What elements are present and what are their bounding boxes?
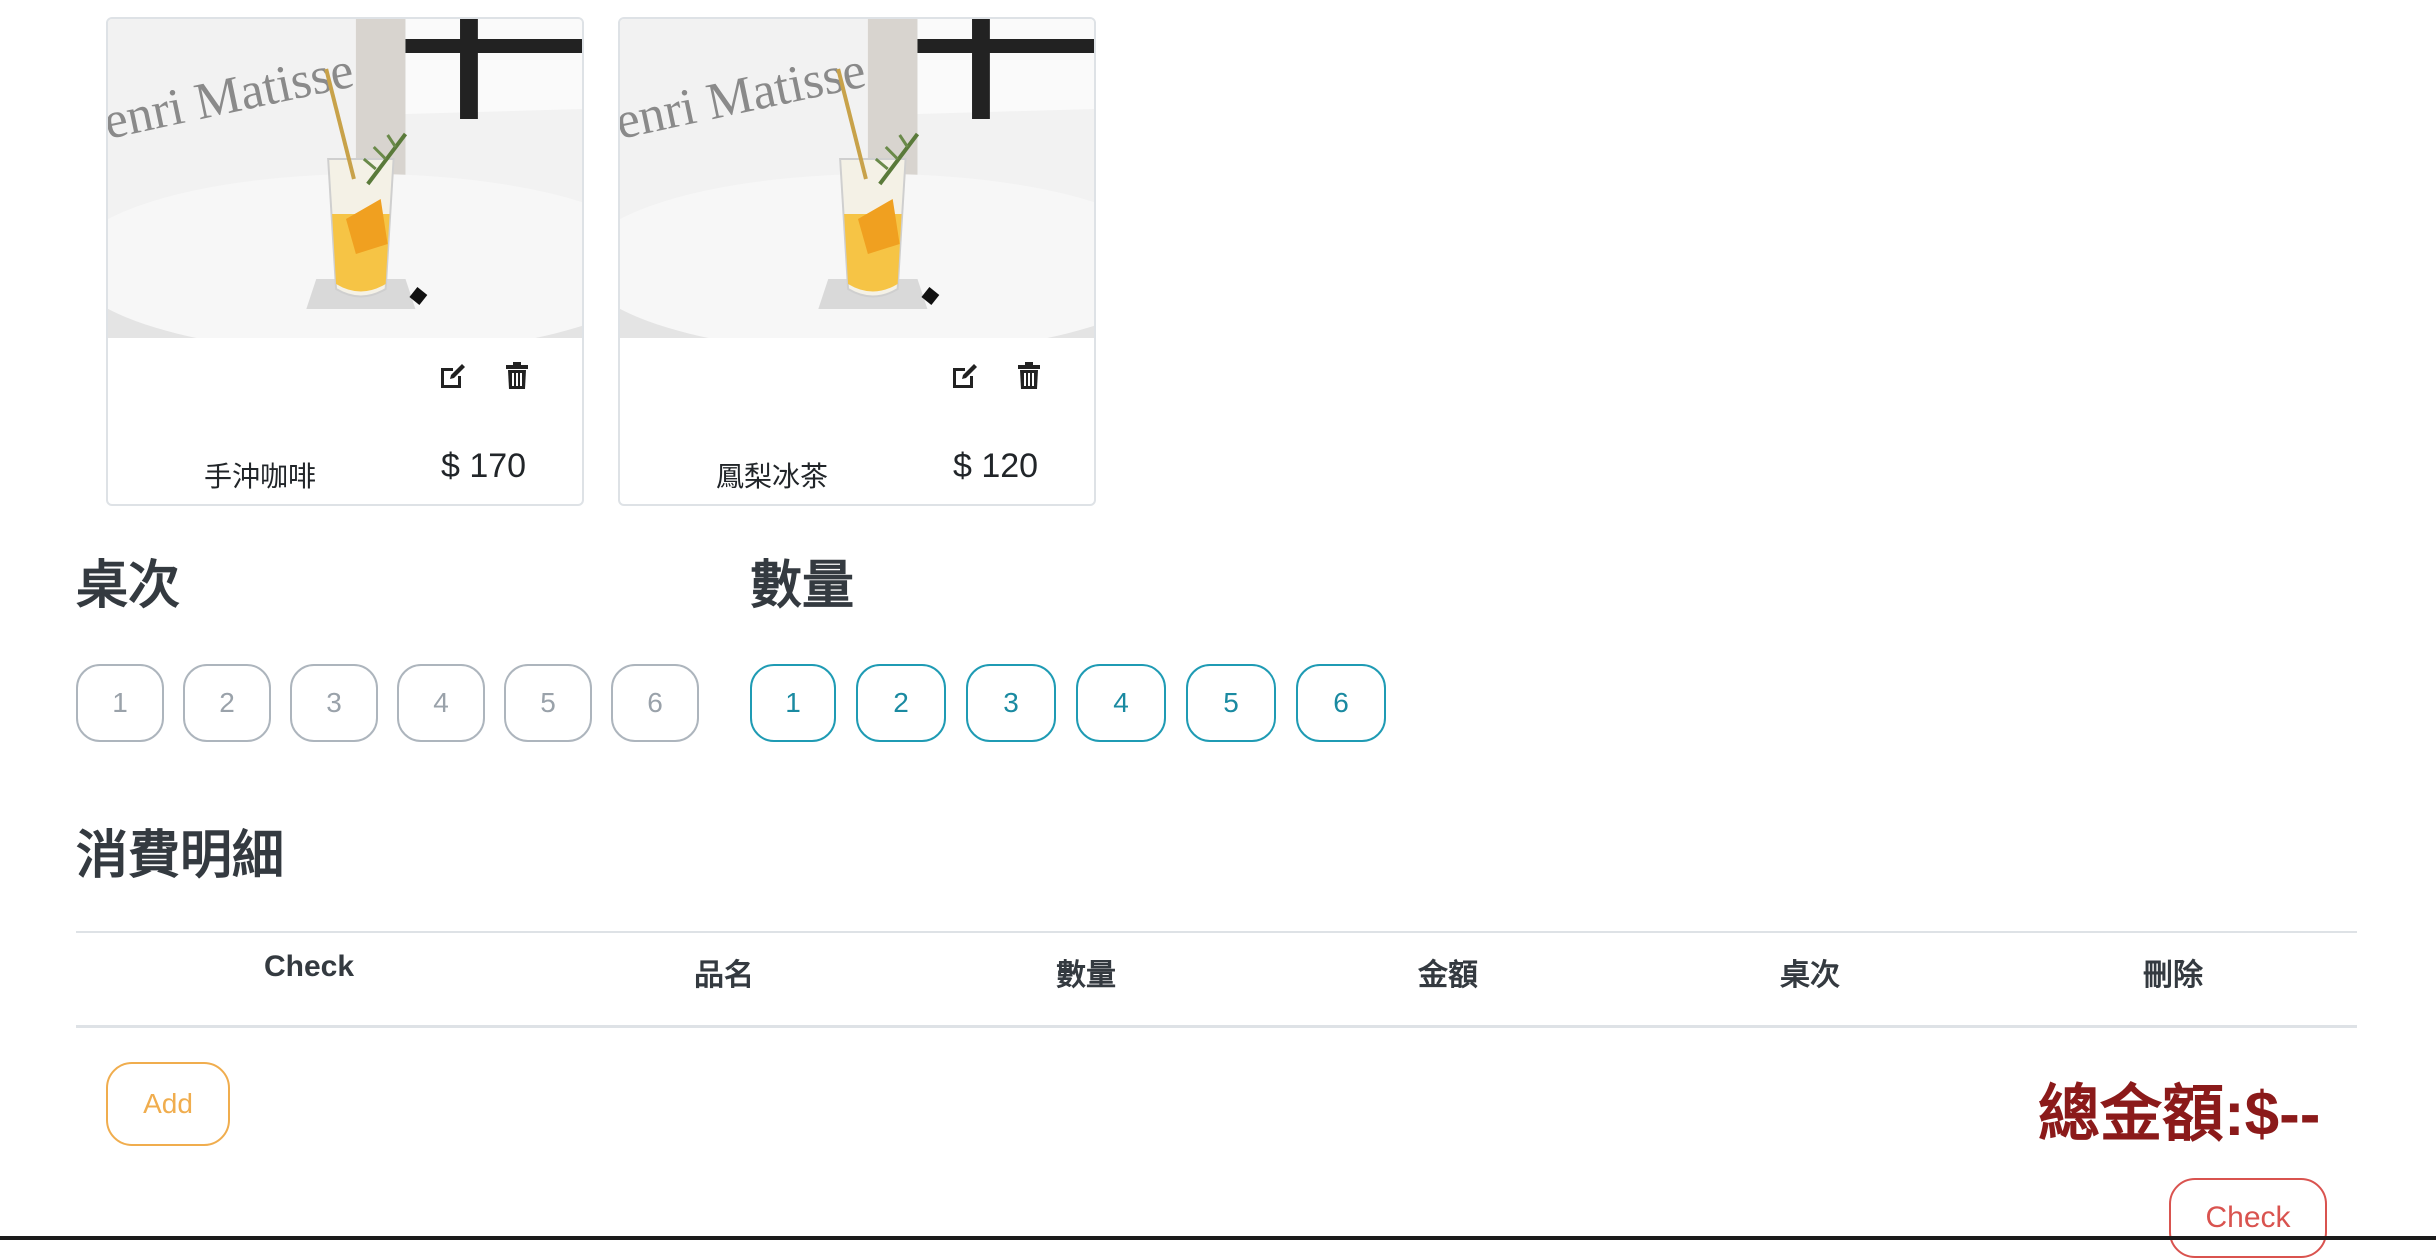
table-option-5[interactable]: 5	[504, 664, 592, 742]
quantity-option-5[interactable]: 5	[1186, 664, 1276, 742]
page-bottom-border	[0, 1236, 2436, 1240]
check-button[interactable]: Check	[2169, 1178, 2327, 1258]
quantity-section-title: 數量	[750, 557, 855, 615]
column-header-delete: 刪除	[2143, 959, 2203, 992]
column-header-quantity: 數量	[1056, 959, 1116, 992]
product-price: $ 170	[441, 447, 527, 485]
quantity-options: 1 2 3 4 5 6	[750, 664, 1406, 742]
quantity-option-4[interactable]: 4	[1076, 664, 1166, 742]
trash-icon[interactable]	[500, 359, 534, 393]
quantity-option-6[interactable]: 6	[1296, 664, 1386, 742]
quantity-option-1[interactable]: 1	[750, 664, 836, 742]
table-option-1[interactable]: 1	[76, 664, 164, 742]
product-name: 鳳梨冰茶	[716, 461, 829, 492]
table-option-3[interactable]: 3	[290, 664, 378, 742]
quantity-option-2[interactable]: 2	[856, 664, 946, 742]
add-button[interactable]: Add	[106, 1062, 230, 1146]
product-card: enri Matisse 手沖咖啡 $ 170	[106, 17, 584, 506]
product-image: enri Matisse	[108, 19, 582, 338]
trash-icon[interactable]	[1012, 359, 1046, 393]
table-section-title: 桌次	[76, 557, 181, 615]
product-name: 手沖咖啡	[204, 461, 317, 492]
product-price: $ 120	[953, 447, 1039, 485]
column-header-item: 品名	[694, 959, 754, 992]
order-details-title: 消費明細	[76, 827, 285, 885]
table-divider	[76, 1025, 2357, 1028]
column-header-amount: 金額	[1418, 959, 1478, 992]
product-image: enri Matisse	[620, 19, 1094, 338]
table-option-4[interactable]: 4	[397, 664, 485, 742]
table-divider	[76, 931, 2357, 933]
edit-icon[interactable]	[436, 359, 470, 393]
table-number-options: 1 2 3 4 5 6	[76, 664, 718, 742]
column-header-check: Check	[263, 950, 355, 983]
table-option-2[interactable]: 2	[183, 664, 271, 742]
product-card: enri Matisse 鳳梨冰茶 $ 120	[618, 17, 1096, 506]
quantity-option-3[interactable]: 3	[966, 664, 1056, 742]
edit-icon[interactable]	[948, 359, 982, 393]
column-header-table: 桌次	[1780, 959, 1840, 992]
order-table-header: Check 品名 數量 金額 桌次 刪除	[76, 950, 2357, 1008]
table-option-6[interactable]: 6	[611, 664, 699, 742]
total-amount: 總金額:$--	[2038, 1080, 2321, 1149]
